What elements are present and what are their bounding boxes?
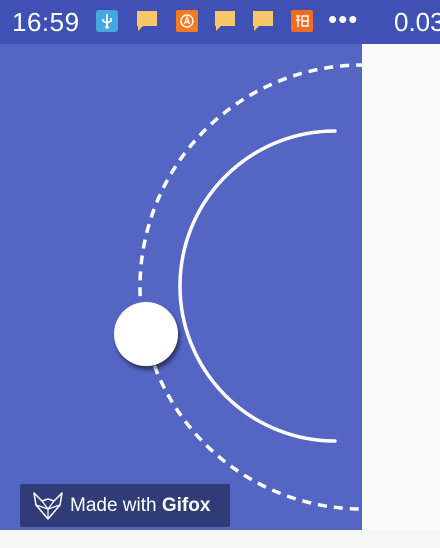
usb-icon xyxy=(96,10,118,32)
animation-canvas xyxy=(0,44,362,530)
right-margin-area xyxy=(362,44,440,530)
solid-progress-arc xyxy=(178,129,337,443)
orbiting-ball xyxy=(114,302,178,366)
message-icon xyxy=(253,11,273,31)
fox-logo-icon xyxy=(33,492,63,520)
status-bar: 16:59 ••• 0.03 xyxy=(0,0,440,44)
badge-brand: Gifox xyxy=(161,495,211,516)
status-network-speed: 0.03 xyxy=(394,7,440,37)
bottom-margin-area xyxy=(0,530,440,548)
badge-text: Made with Gifox xyxy=(70,495,210,517)
message-icon xyxy=(215,11,235,31)
loader-animation xyxy=(114,63,362,511)
status-more-indicator: ••• xyxy=(328,4,359,34)
badge-prefix: Made with xyxy=(70,495,162,516)
app-store-icon xyxy=(176,10,198,32)
taobao-icon xyxy=(291,10,313,32)
made-with-gifox-badge: Made with Gifox xyxy=(20,484,230,527)
status-time: 16:59 xyxy=(12,7,80,37)
message-icon xyxy=(137,11,157,31)
